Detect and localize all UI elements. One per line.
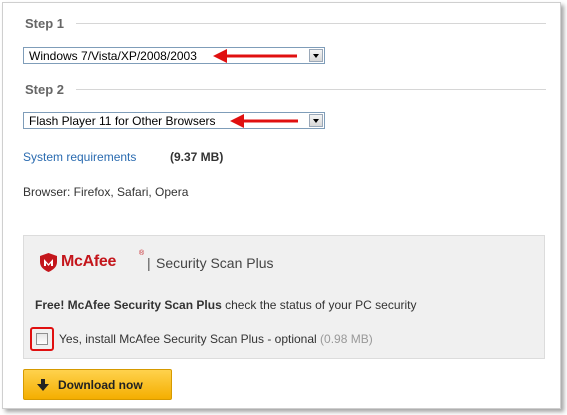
supported-browsers: Browser: Firefox, Safari, Opera bbox=[23, 185, 189, 199]
logo-separator: | bbox=[147, 255, 151, 271]
offer-promo-rest: check the status of your PC security bbox=[221, 298, 417, 312]
system-requirements-link[interactable]: System requirements bbox=[23, 150, 136, 164]
step2-divider bbox=[76, 89, 546, 90]
mcafee-offer-box: McAfee ® | Security Scan Plus Free! McAf… bbox=[23, 235, 545, 359]
chevron-down-icon bbox=[313, 119, 319, 123]
download-panel: Step 1 Windows 7/Vista/XP/2008/2003 Step… bbox=[2, 2, 561, 409]
annotation-arrow-icon bbox=[213, 49, 297, 63]
os-select-dropdown-button[interactable] bbox=[309, 49, 323, 62]
annotation-arrow-icon bbox=[230, 114, 298, 128]
registered-mark: ® bbox=[139, 250, 145, 257]
offer-description: Free! McAfee Security Scan Plus check th… bbox=[35, 298, 417, 312]
mcafee-shield-icon bbox=[40, 253, 57, 272]
install-mcafee-label[interactable]: Yes, install McAfee Security Scan Plus -… bbox=[59, 332, 373, 346]
offer-promo-bold: Free! McAfee Security Scan Plus bbox=[35, 298, 222, 312]
install-mcafee-checkbox[interactable] bbox=[36, 333, 48, 345]
download-now-label: Download now bbox=[58, 378, 143, 392]
step2-heading: Step 2 bbox=[25, 82, 65, 97]
player-select-value: Flash Player 11 for Other Browsers bbox=[29, 114, 216, 128]
checkbox-label-text: Yes, install McAfee Security Scan Plus -… bbox=[59, 332, 321, 346]
step1-divider bbox=[76, 23, 546, 24]
checkbox-size: (0.98 MB) bbox=[320, 332, 373, 346]
mcafee-brand: McAfee bbox=[61, 253, 117, 270]
download-now-button[interactable]: Download now bbox=[23, 369, 172, 400]
product-name: Security Scan Plus bbox=[156, 255, 274, 271]
step1-heading: Step 1 bbox=[25, 16, 65, 31]
player-select-dropdown-button[interactable] bbox=[309, 114, 323, 127]
chevron-down-icon bbox=[313, 54, 319, 58]
file-size: (9.37 MB) bbox=[170, 150, 224, 164]
down-arrow-icon bbox=[37, 379, 49, 391]
checkbox-highlight bbox=[30, 327, 54, 351]
os-select-value: Windows 7/Vista/XP/2008/2003 bbox=[29, 49, 197, 63]
